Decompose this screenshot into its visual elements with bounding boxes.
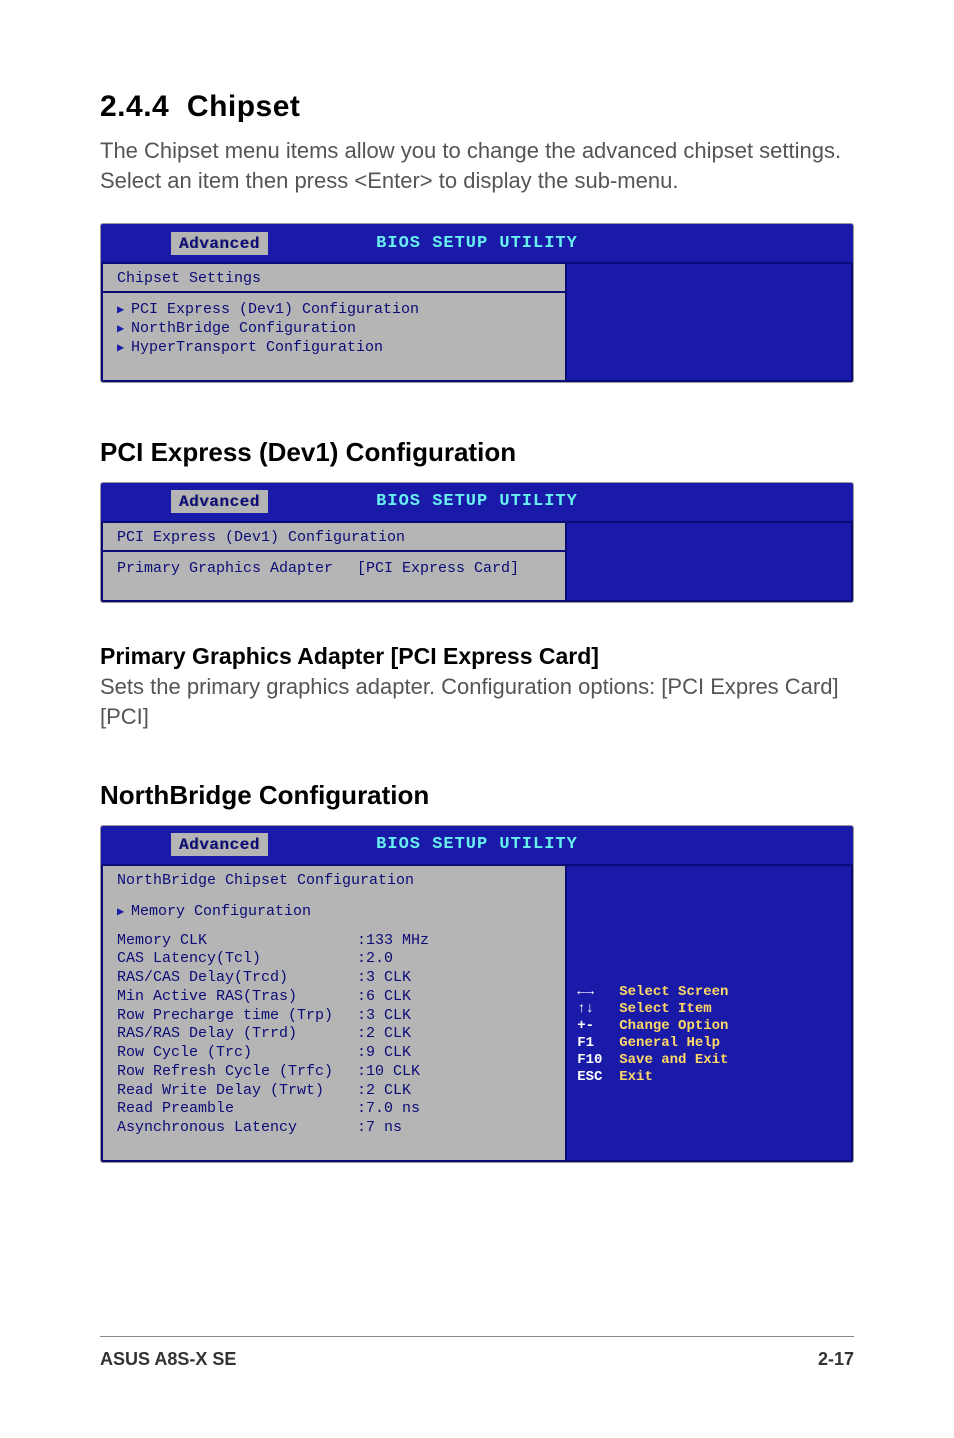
bios-info-row: Read Preamble:7.0 ns: [117, 1100, 551, 1119]
bios-screenshot-pci: Advanced BIOS SETUP UTILITY PCI Express …: [100, 482, 854, 604]
option-heading-pga: Primary Graphics Adapter [PCI Express Ca…: [100, 643, 854, 670]
bios-info-label: Read Write Delay (Trwt): [117, 1082, 357, 1101]
bios-info-row: Asynchronous Latency:7 ns: [117, 1119, 551, 1138]
bios-tab-advanced: Advanced: [171, 833, 268, 856]
bios-info-label: Min Active RAS(Tras): [117, 988, 357, 1007]
bios-panel-title: PCI Express (Dev1) Configuration: [117, 529, 551, 546]
bios-info-row: RAS/RAS Delay (Trrd):2 CLK: [117, 1025, 551, 1044]
footer-page-number: 2-17: [818, 1349, 854, 1370]
help-key: ↑↓: [577, 1001, 619, 1017]
page-footer: ASUS A8S-X SE 2-17: [100, 1336, 854, 1370]
footer-product: ASUS A8S-X SE: [100, 1349, 236, 1370]
bios-setting-value: [PCI Express Card]: [357, 560, 519, 579]
help-key: F1: [577, 1035, 619, 1051]
section-heading: 2.4.4 Chipset: [100, 90, 854, 124]
bios-right-panel: [567, 262, 853, 381]
bios-info-value: :2 CLK: [357, 1082, 411, 1101]
bios-menu-item[interactable]: ▶NorthBridge Configuration: [117, 320, 551, 339]
help-action: Save and Exit: [619, 1052, 841, 1068]
bios-screenshot-chipset: Advanced BIOS SETUP UTILITY Chipset Sett…: [100, 223, 854, 382]
bios-menu-item[interactable]: ▶HyperTransport Configuration: [117, 339, 551, 358]
bios-info-value: :3 CLK: [357, 1007, 411, 1026]
bios-info-row: Row Cycle (Trc):9 CLK: [117, 1044, 551, 1063]
bios-menu-label: PCI Express (Dev1) Configuration: [131, 301, 419, 320]
divider: [103, 550, 565, 552]
bios-info-label: Memory CLK: [117, 932, 357, 951]
bios-setting-label: Primary Graphics Adapter: [117, 560, 357, 579]
bios-info-label: Row Precharge time (Trp): [117, 1007, 357, 1026]
bios-right-panel: [567, 521, 853, 603]
bios-titlebar: Advanced BIOS SETUP UTILITY: [101, 483, 853, 521]
bios-tab-advanced: Advanced: [171, 232, 268, 255]
bios-info-value: :9 CLK: [357, 1044, 411, 1063]
triangle-icon: ▶: [117, 341, 131, 356]
bios-info-value: :6 CLK: [357, 988, 411, 1007]
triangle-icon: ▶: [117, 322, 131, 337]
bios-menu-item[interactable]: ▶PCI Express (Dev1) Configuration: [117, 301, 551, 320]
bios-info-value: :10 CLK: [357, 1063, 420, 1082]
bios-info-value: :2.0: [357, 950, 393, 969]
help-action: Select Item: [619, 1001, 841, 1017]
bios-info-row: Row Refresh Cycle (Trfc):10 CLK: [117, 1063, 551, 1082]
bios-utility-title: BIOS SETUP UTILITY: [376, 835, 578, 854]
bios-titlebar: Advanced BIOS SETUP UTILITY: [101, 826, 853, 864]
bios-panel-title: NorthBridge Chipset Configuration: [117, 872, 551, 889]
bios-utility-title: BIOS SETUP UTILITY: [376, 234, 578, 253]
bios-tab-advanced: Advanced: [171, 490, 268, 513]
bios-info-value: :2 CLK: [357, 1025, 411, 1044]
bios-menu-item[interactable]: ▶Memory Configuration: [117, 903, 551, 922]
bios-info-label: Asynchronous Latency: [117, 1119, 357, 1138]
triangle-icon: ▶: [117, 905, 131, 920]
bios-info-label: Row Cycle (Trc): [117, 1044, 357, 1063]
bios-titlebar: Advanced BIOS SETUP UTILITY: [101, 224, 853, 262]
help-action: Exit: [619, 1069, 841, 1085]
bios-info-row: Min Active RAS(Tras):6 CLK: [117, 988, 551, 1007]
bios-menu-label: Memory Configuration: [131, 903, 311, 922]
bios-left-panel: PCI Express (Dev1) Configuration Primary…: [101, 521, 567, 603]
divider: [103, 291, 565, 293]
section-title: Chipset: [187, 90, 301, 123]
bios-info-label: Read Preamble: [117, 1100, 357, 1119]
bios-info-label: RAS/CAS Delay(Trcd): [117, 969, 357, 988]
bios-screenshot-northbridge: Advanced BIOS SETUP UTILITY NorthBridge …: [100, 825, 854, 1163]
bios-info-label: Row Refresh Cycle (Trfc): [117, 1063, 357, 1082]
help-action: Change Option: [619, 1018, 841, 1034]
bios-left-panel: Chipset Settings ▶PCI Express (Dev1) Con…: [101, 262, 567, 381]
bios-info-value: :3 CLK: [357, 969, 411, 988]
subhead-pci-express: PCI Express (Dev1) Configuration: [100, 437, 854, 468]
bios-info-row: Row Precharge time (Trp):3 CLK: [117, 1007, 551, 1026]
help-key: F10: [577, 1052, 619, 1068]
bios-info-row: CAS Latency(Tcl):2.0: [117, 950, 551, 969]
bios-info-row: Read Write Delay (Trwt):2 CLK: [117, 1082, 551, 1101]
help-action: Select Screen: [619, 984, 841, 1000]
bios-info-value: :133 MHz: [357, 932, 429, 951]
bios-right-panel: ←→Select Screen↑↓Select Item+-Change Opt…: [567, 864, 853, 1162]
help-key: +-: [577, 1018, 619, 1034]
bios-setting-row[interactable]: Primary Graphics Adapter [PCI Express Ca…: [117, 560, 551, 579]
bios-info-row: Memory CLK:133 MHz: [117, 932, 551, 951]
triangle-icon: ▶: [117, 303, 131, 318]
subhead-northbridge: NorthBridge Configuration: [100, 780, 854, 811]
bios-menu-label: NorthBridge Configuration: [131, 320, 356, 339]
bios-panel-title: Chipset Settings: [117, 270, 551, 287]
intro-paragraph: The Chipset menu items allow you to chan…: [100, 136, 854, 195]
bios-info-value: :7 ns: [357, 1119, 402, 1138]
bios-utility-title: BIOS SETUP UTILITY: [376, 492, 578, 511]
bios-info-row: RAS/CAS Delay(Trcd):3 CLK: [117, 969, 551, 988]
bios-left-panel: NorthBridge Chipset Configuration ▶Memor…: [101, 864, 567, 1162]
option-desc-line1: Sets the primary graphics adapter. Confi…: [100, 672, 854, 702]
section-number: 2.4.4: [100, 90, 169, 123]
help-key: ESC: [577, 1069, 619, 1085]
help-key: ←→: [577, 984, 619, 1000]
bios-info-value: :7.0 ns: [357, 1100, 420, 1119]
bios-info-label: RAS/RAS Delay (Trrd): [117, 1025, 357, 1044]
bios-menu-label: HyperTransport Configuration: [131, 339, 383, 358]
option-desc-line2: [PCI]: [100, 702, 854, 732]
bios-info-label: CAS Latency(Tcl): [117, 950, 357, 969]
help-action: General Help: [619, 1035, 841, 1051]
